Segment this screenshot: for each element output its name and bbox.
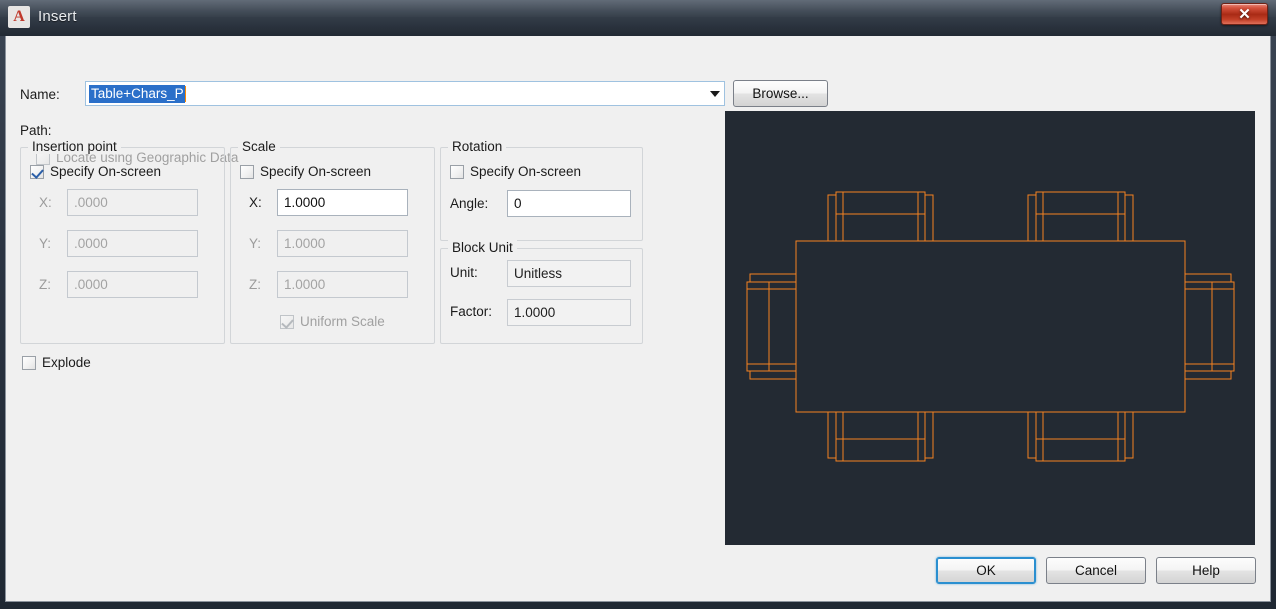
- title-bar: A Insert ✕: [0, 0, 1276, 36]
- text-caret: [184, 85, 186, 102]
- checkbox-label: Specify On-screen: [50, 164, 162, 179]
- uniform-scale-checkbox[interactable]: Uniform Scale: [280, 314, 385, 329]
- explode-checkbox[interactable]: Explode: [22, 355, 91, 370]
- checkbox-box: [30, 164, 44, 179]
- checkbox-box: [22, 355, 36, 370]
- block-unit-group-title: Block Unit: [448, 240, 517, 255]
- checkbox-label: Specify On-screen: [260, 164, 372, 179]
- autocad-a-icon: A: [8, 6, 30, 28]
- unit-label: Unit:: [450, 265, 478, 280]
- path-label: Path:: [20, 123, 52, 138]
- dialog-client-area: Name: Table+Chars_P Browse... Path: Loca…: [5, 36, 1271, 602]
- scale-x-input[interactable]: 1.0000: [277, 189, 408, 216]
- checkbox-label: Explode: [42, 355, 91, 370]
- insert-dialog-window: A Insert ✕ Name: Table+Chars_P Browse...…: [0, 0, 1276, 609]
- browse-button[interactable]: Browse...: [733, 80, 828, 107]
- angle-input[interactable]: 0: [507, 190, 631, 217]
- chevron-down-icon[interactable]: [710, 90, 720, 97]
- unit-value: Unitless: [507, 260, 631, 287]
- checkbox-label: Specify On-screen: [470, 164, 582, 179]
- block-name-value: Table+Chars_P: [89, 84, 185, 103]
- chair-top-right: [1027, 191, 1134, 242]
- insertion-y-input[interactable]: .0000: [67, 230, 198, 257]
- checkbox-label: Uniform Scale: [300, 314, 385, 329]
- scale-z-input[interactable]: 1.0000: [277, 271, 408, 298]
- checkbox-box: [450, 164, 464, 179]
- block-name-combobox[interactable]: Table+Chars_P: [85, 81, 725, 106]
- insertion-x-input[interactable]: .0000: [67, 189, 198, 216]
- close-icon: ✕: [1238, 5, 1251, 23]
- scale-y-input[interactable]: 1.0000: [277, 230, 408, 257]
- insertion-x-label: X:: [39, 195, 52, 210]
- factor-value: 1.0000: [507, 299, 631, 326]
- block-preview-panel: [725, 111, 1255, 545]
- chair-bottom-right: [1027, 411, 1134, 462]
- checkbox-box: [240, 164, 254, 179]
- chair-bottom-left: [827, 411, 934, 462]
- chair-left: [746, 273, 797, 380]
- chair-right: [1184, 273, 1235, 380]
- rotation-group-title: Rotation: [448, 139, 507, 154]
- insertion-specify-onscreen-checkbox[interactable]: Specify On-screen: [30, 164, 161, 179]
- scale-group-title: Scale: [238, 139, 280, 154]
- checkbox-box: [280, 314, 294, 329]
- chair-top-left: [827, 191, 934, 242]
- title-bar-gloss: [0, 0, 1276, 17]
- scale-specify-onscreen-checkbox[interactable]: Specify On-screen: [240, 164, 371, 179]
- close-button[interactable]: ✕: [1221, 3, 1268, 25]
- window-title: Insert: [38, 8, 77, 25]
- help-button[interactable]: Help: [1156, 557, 1256, 584]
- insertion-y-label: Y:: [39, 236, 52, 251]
- scale-z-label: Z:: [249, 277, 261, 292]
- rotation-specify-onscreen-checkbox[interactable]: Specify On-screen: [450, 164, 581, 179]
- scale-x-label: X:: [249, 195, 262, 210]
- cancel-button[interactable]: Cancel: [1046, 557, 1146, 584]
- insertion-point-group-title: Insertion point: [28, 139, 121, 154]
- insertion-z-label: Z:: [39, 277, 51, 292]
- scale-y-label: Y:: [249, 236, 262, 251]
- table-rect: [795, 240, 1186, 413]
- angle-label: Angle:: [450, 196, 489, 211]
- factor-label: Factor:: [450, 304, 493, 319]
- insertion-z-input[interactable]: .0000: [67, 271, 198, 298]
- block-preview-drawing: [746, 191, 1235, 462]
- ok-button[interactable]: OK: [936, 557, 1036, 584]
- name-label: Name:: [20, 87, 60, 102]
